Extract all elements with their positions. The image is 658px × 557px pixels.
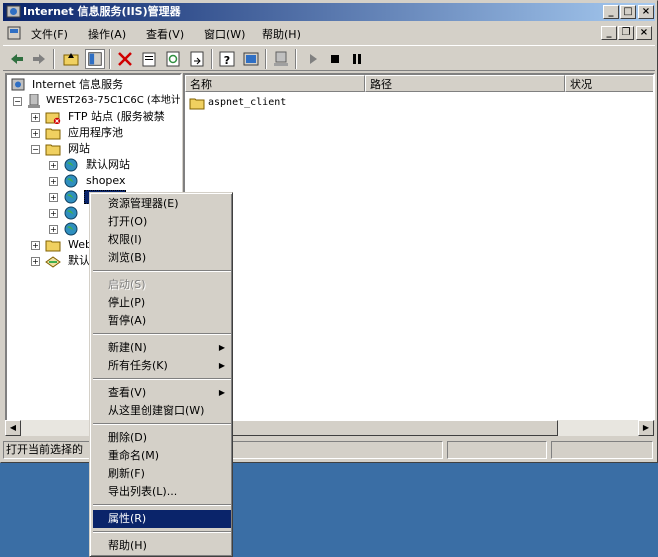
expand-icon[interactable]: + — [49, 209, 58, 218]
refresh-icon[interactable] — [163, 49, 183, 69]
title-bar[interactable]: Internet 信息服务(IIS)管理器 _ □ × — [3, 3, 655, 21]
menu-separator — [93, 504, 231, 506]
stop-icon[interactable] — [325, 49, 345, 69]
menu-item-properties[interactable]: 属性(R) — [93, 510, 231, 528]
collapse-icon[interactable]: − — [31, 145, 40, 154]
folder-icon — [45, 128, 61, 140]
toolbar: ? — [3, 45, 655, 71]
scroll-right-icon[interactable]: ▶ — [638, 420, 654, 436]
menu-item-new-window[interactable]: 从这里创建窗口(W) — [93, 402, 231, 420]
mdi-minimize-button[interactable]: _ — [601, 26, 617, 40]
console-icon[interactable] — [241, 49, 261, 69]
list-pane[interactable]: 名称 路径 状况 aspnet_client — [183, 73, 655, 437]
menu-action[interactable]: 操作(A) — [88, 26, 126, 42]
menu-separator — [93, 423, 231, 425]
submenu-arrow-icon: ▶ — [218, 343, 225, 352]
globe-icon — [64, 174, 78, 188]
column-header-path[interactable]: 路径 — [365, 75, 565, 92]
menu-separator — [93, 270, 231, 272]
menu-item-stop[interactable]: 停止(P) — [93, 294, 231, 312]
menu-item-refresh[interactable]: 刷新(F) — [93, 465, 231, 483]
iis-app-icon — [6, 5, 21, 18]
show-tree-icon[interactable] — [85, 49, 105, 69]
forward-icon[interactable] — [29, 49, 49, 69]
expand-icon[interactable]: + — [49, 177, 58, 186]
server-icon — [28, 94, 40, 108]
scroll-left-icon[interactable]: ◀ — [5, 420, 21, 436]
menubar: 文件(F) 操作(A) 查看(V) 窗口(W) 帮助(H) _ ❐ × — [3, 23, 655, 44]
delete-icon[interactable] — [115, 49, 135, 69]
export-icon[interactable] — [187, 49, 207, 69]
menu-item-new[interactable]: 新建(N) ▶ — [93, 339, 231, 357]
svg-text:?: ? — [224, 54, 230, 67]
menu-separator — [93, 378, 231, 380]
up-folder-icon[interactable] — [61, 49, 81, 69]
menu-separator — [93, 333, 231, 335]
expand-icon[interactable]: + — [31, 113, 40, 122]
submenu-arrow-icon: ▶ — [218, 388, 225, 397]
menu-item-permissions[interactable]: 权限(I) — [93, 231, 231, 249]
menu-item-browse[interactable]: 浏览(B) — [93, 249, 231, 267]
scrollbar-thumb[interactable] — [200, 420, 558, 436]
menu-item-explorer[interactable]: 资源管理器(E) — [93, 195, 231, 213]
expand-icon[interactable]: + — [49, 193, 58, 202]
column-header-name[interactable]: 名称 — [185, 75, 365, 92]
status-cell-2 — [447, 441, 547, 459]
expand-icon[interactable]: + — [49, 161, 58, 170]
menu-item-all-tasks[interactable]: 所有任务(K) ▶ — [93, 357, 231, 375]
expand-icon[interactable]: + — [31, 129, 40, 138]
mdi-restore-button[interactable]: ❐ — [618, 26, 634, 40]
menu-item-open[interactable]: 打开(O) — [93, 213, 231, 231]
status-cell-3 — [551, 441, 653, 459]
menu-window[interactable]: 窗口(W) — [204, 26, 245, 42]
smtp-icon — [45, 256, 61, 268]
menu-item-start[interactable]: 启动(S) — [93, 276, 231, 294]
expand-icon[interactable]: + — [31, 241, 40, 250]
ftp-folder-disabled-icon — [45, 112, 61, 124]
column-header-status[interactable]: 状况 — [565, 75, 653, 92]
globe-icon — [64, 190, 78, 204]
server-icon[interactable] — [271, 49, 291, 69]
play-icon[interactable] — [303, 49, 323, 69]
properties-icon[interactable] — [139, 49, 159, 69]
folder-icon — [45, 144, 61, 156]
menu-item-help[interactable]: 帮助(H) — [93, 537, 231, 555]
menu-item-rename[interactable]: 重命名(M) — [93, 447, 231, 465]
help-icon[interactable]: ? — [217, 49, 237, 69]
context-menu: 资源管理器(E) 打开(O) 权限(I) 浏览(B) 启动(S) 停止(P) 暂… — [89, 192, 233, 557]
menu-file[interactable]: 文件(F) — [31, 26, 68, 42]
back-icon[interactable] — [7, 49, 27, 69]
submenu-arrow-icon: ▶ — [218, 361, 225, 370]
folder-icon — [189, 98, 205, 110]
menu-item-pause[interactable]: 暂停(A) — [93, 312, 231, 330]
expand-icon[interactable]: + — [49, 225, 58, 234]
expand-icon[interactable]: + — [31, 257, 40, 266]
globe-icon — [64, 222, 78, 236]
menu-view[interactable]: 查看(V) — [146, 26, 184, 42]
pause-icon[interactable] — [347, 49, 367, 69]
minimize-button[interactable]: _ — [603, 5, 619, 19]
window-title: Internet 信息服务(IIS)管理器 — [23, 5, 181, 18]
menu-item-delete[interactable]: 删除(D) — [93, 429, 231, 447]
close-button[interactable]: × — [638, 5, 654, 19]
maximize-button[interactable]: □ — [620, 5, 636, 19]
globe-icon — [64, 206, 78, 220]
tree-node-server[interactable]: − WEST263-75C1C6C (本地计 — [13, 93, 180, 109]
menu-separator — [93, 531, 231, 533]
menu-help[interactable]: 帮助(H) — [262, 26, 301, 42]
iis-root-icon — [11, 78, 25, 91]
globe-icon — [64, 158, 78, 172]
collapse-icon[interactable]: − — [13, 97, 22, 106]
menu-item-export[interactable]: 导出列表(L)... — [93, 483, 231, 501]
mdi-close-button[interactable]: × — [636, 26, 652, 40]
mmc-doc-icon[interactable] — [7, 26, 21, 40]
folder-icon — [45, 240, 61, 252]
menu-item-view[interactable]: 查看(V) ▶ — [93, 384, 231, 402]
